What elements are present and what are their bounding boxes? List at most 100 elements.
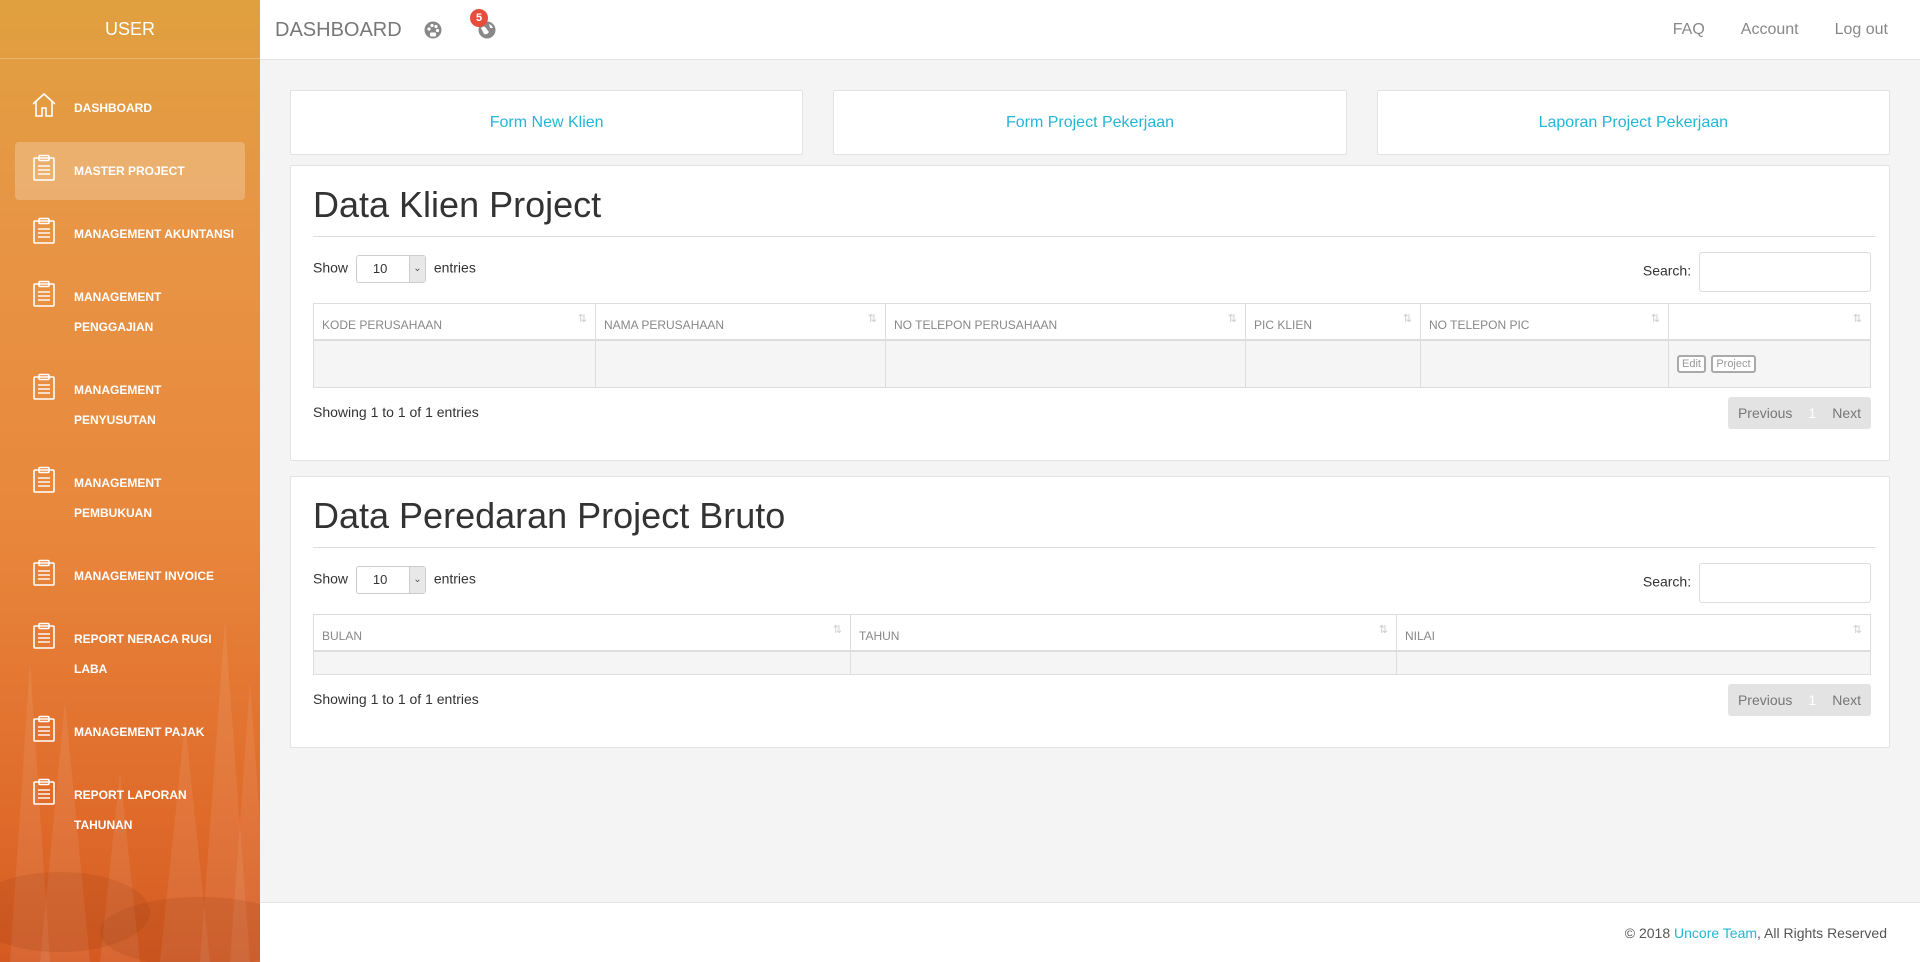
col-label: NILAI: [1405, 629, 1436, 644]
bruto-info: Showing 1 to 1 of 1 entries: [313, 691, 479, 707]
bruto-controls: Show 10 ⌄ entries Search:: [313, 548, 1871, 614]
clipboard-icon: [33, 622, 55, 649]
bruto-entries-select[interactable]: 10 ⌄: [355, 566, 426, 594]
bruto-search-input[interactable]: [1699, 563, 1871, 603]
sidebar-item-management-invoice[interactable]: MANAGEMENT INVOICE: [15, 547, 245, 605]
klien-length: Show 10 ⌄ entries: [313, 255, 476, 283]
sidebar-item-report-laporan-tahunan[interactable]: REPORT LAPORAN TAHUNAN: [15, 766, 245, 854]
clipboard-icon: [33, 778, 55, 805]
bruto-pagination: Previous 1 Next: [1727, 684, 1871, 716]
table-cell: [313, 650, 851, 675]
klien-entries-select[interactable]: 10 ⌄: [355, 255, 426, 283]
col-label: KODE PERUSAHAAN: [322, 318, 443, 333]
show-label: Show: [313, 570, 349, 587]
sidebar-item-label: MANAGEMENT PENYUSUTAN: [74, 383, 162, 427]
col-bulan[interactable]: BULAN ⇅: [313, 614, 851, 652]
col-tahun[interactable]: TAHUN ⇅: [850, 614, 1397, 652]
sidebar-item-label: MANAGEMENT AKUNTANSI: [74, 227, 234, 241]
klien-title: Data Klien Project: [313, 180, 1875, 237]
table-cell-actions: Edit Project: [1668, 339, 1871, 388]
clipboard-icon: [33, 466, 55, 493]
account-link[interactable]: Account: [1741, 0, 1799, 60]
copyright-suffix: , All Rights Reserved: [1757, 925, 1887, 941]
laporan-project-pekerjaan-link[interactable]: Laporan Project Pekerjaan: [1376, 90, 1890, 155]
project-button[interactable]: Project: [1711, 354, 1756, 373]
klien-info: Showing 1 to 1 of 1 entries: [313, 404, 479, 420]
clipboard-icon: [33, 373, 55, 400]
sidebar-item-dashboard[interactable]: DASHBOARD: [15, 79, 245, 137]
sort-icon: ⇅: [1402, 313, 1412, 325]
sidebar: USER DASHBOARD MASTER PROJECT MANAGEMENT A…: [0, 0, 260, 962]
sort-asc-icon: ⇅: [577, 313, 587, 325]
col-nilai[interactable]: NILAI ⇅: [1396, 614, 1871, 652]
uncore-team-link[interactable]: Uncore Team: [1674, 925, 1757, 941]
table-cell: [595, 339, 886, 388]
chevron-down-icon: ⌄: [408, 567, 425, 593]
table-cell: [1396, 650, 1871, 675]
col-pic-klien[interactable]: PIC KLIEN ⇅: [1245, 303, 1421, 341]
klien-panel: Data Klien Project Show 10 ⌄ entries Sea…: [290, 165, 1890, 461]
shortcut-cards: Form New Klien Form Project Pekerjaan La…: [290, 90, 1890, 155]
previous-button[interactable]: Previous: [1728, 397, 1802, 429]
klien-controls: Show 10 ⌄ entries Search:: [313, 237, 1871, 303]
klien-search-input[interactable]: [1699, 252, 1871, 292]
top-navbar: DASHBOARD 5 FAQ Account Log out: [260, 0, 1920, 60]
bruto-header-row: BULAN ⇅ TAHUN ⇅ NILAI ⇅: [313, 614, 1871, 652]
entries-label: entries: [433, 259, 476, 276]
next-button[interactable]: Next: [1822, 397, 1871, 429]
form-project-pekerjaan-link[interactable]: Form Project Pekerjaan: [833, 90, 1347, 155]
sort-asc-icon: ⇅: [832, 624, 842, 636]
sidebar-item-label: MANAGEMENT PENGGAJIAN: [74, 290, 162, 334]
previous-button[interactable]: Previous: [1728, 684, 1802, 716]
klien-table: KODE PERUSAHAAN ⇅ NAMA PERUSAHAAN ⇅ NO TEL…: [313, 303, 1871, 388]
sidebar-item-master-project[interactable]: MASTER PROJECT: [15, 142, 245, 200]
bruto-search: Search:: [1643, 563, 1871, 603]
table-cell: [313, 339, 596, 388]
form-new-klien-link[interactable]: Form New Klien: [290, 90, 804, 155]
table-row: [313, 650, 1871, 675]
bruto-footer: Showing 1 to 1 of 1 entries Previous 1 N…: [313, 675, 1871, 725]
sidebar-brand[interactable]: USER: [0, 0, 260, 59]
sidebar-item-label: MANAGEMENT PEMBUKUAN: [74, 476, 162, 520]
sidebar-item-management-penggajian[interactable]: MANAGEMENT PENGGAJIAN: [15, 268, 245, 356]
col-no-telepon-pic[interactable]: NO TELEPON PIC ⇅: [1420, 303, 1669, 341]
col-no-telepon-perusahaan[interactable]: NO TELEPON PERUSAHAAN ⇅: [885, 303, 1246, 341]
clipboard-icon: [33, 715, 55, 742]
sidebar-item-report-neraca-rugi-laba[interactable]: REPORT NERACA RUGI LABA: [15, 610, 245, 698]
home-icon: [32, 92, 56, 117]
clipboard-icon: [33, 559, 55, 586]
bruto-panel: Data Peredaran Project Bruto Show 10 ⌄ e…: [290, 476, 1890, 748]
logout-link[interactable]: Log out: [1835, 0, 1888, 60]
klien-header-row: KODE PERUSAHAAN ⇅ NAMA PERUSAHAAN ⇅ NO TEL…: [313, 303, 1871, 341]
navbar-brand[interactable]: DASHBOARD: [275, 0, 402, 60]
chevron-down-icon: ⌄: [408, 256, 425, 282]
col-label: TAHUN: [859, 629, 900, 644]
copyright-prefix: © 2018: [1624, 925, 1675, 941]
sort-icon: ⇅: [867, 313, 877, 325]
page-footer: © 2018 Uncore Team, All Rights Reserved: [260, 902, 1920, 962]
col-actions[interactable]: ⇅: [1668, 303, 1871, 341]
bruto-length: Show 10 ⌄ entries: [313, 566, 476, 594]
entries-label: entries: [433, 570, 476, 587]
page-1-button[interactable]: 1: [1802, 684, 1822, 716]
edit-button[interactable]: Edit: [1677, 354, 1706, 373]
sidebar-item-management-penyusutan[interactable]: MANAGEMENT PENYUSUTAN: [15, 361, 245, 449]
col-label: BULAN: [322, 629, 363, 644]
page-1-button[interactable]: 1: [1802, 397, 1822, 429]
col-kode-perusahaan[interactable]: KODE PERUSAHAAN ⇅: [313, 303, 596, 341]
sidebar-item-label: MANAGEMENT PAJAK: [74, 725, 205, 739]
sidebar-item-management-pembukuan[interactable]: MANAGEMENT PEMBUKUAN: [15, 454, 245, 542]
table-cell: [1420, 339, 1669, 388]
sidebar-item-management-pajak[interactable]: MANAGEMENT PAJAK: [15, 703, 245, 761]
clipboard-icon: [33, 154, 55, 181]
faq-link[interactable]: FAQ: [1673, 0, 1705, 60]
sidebar-item-management-akuntansi[interactable]: MANAGEMENT AKUNTANSI: [15, 205, 245, 263]
klien-search: Search:: [1643, 252, 1871, 292]
bruto-table: BULAN ⇅ TAHUN ⇅ NILAI ⇅: [313, 614, 1871, 675]
palette-icon[interactable]: [423, 20, 443, 40]
col-label: NO TELEPON PIC: [1429, 318, 1530, 333]
col-nama-perusahaan[interactable]: NAMA PERUSAHAAN ⇅: [595, 303, 886, 341]
sidebar-item-label: REPORT NERACA RUGI LABA: [74, 632, 212, 676]
next-button[interactable]: Next: [1822, 684, 1871, 716]
notification-badge: 5: [470, 9, 488, 27]
